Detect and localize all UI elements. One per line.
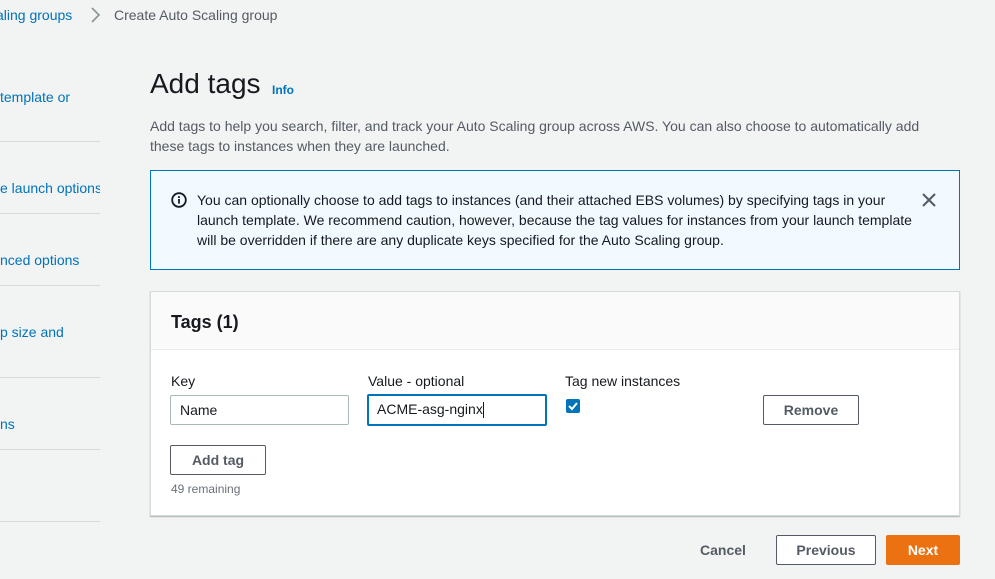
- chevron-right-icon: [88, 5, 104, 25]
- step-divider: [0, 377, 100, 378]
- step-divider: [0, 449, 100, 450]
- close-icon[interactable]: [920, 191, 938, 209]
- alert-text: You can optionally choose to add tags to…: [197, 192, 912, 248]
- page-description: Add tags to help you search, filter, and…: [150, 118, 920, 154]
- step-instance-launch-options[interactable]: e launch options: [0, 180, 100, 196]
- step-divider: [0, 213, 100, 214]
- step-divider: [0, 285, 100, 286]
- add-tag-button[interactable]: Add tag: [170, 445, 266, 475]
- step-divider: [0, 141, 100, 142]
- page-title: Add tags: [150, 68, 261, 99]
- tag-new-instances-checkbox[interactable]: [566, 399, 580, 413]
- key-label: Key: [171, 373, 196, 389]
- previous-button[interactable]: Previous: [776, 535, 876, 565]
- step-group-size[interactable]: p size and: [0, 324, 100, 340]
- tag-new-instances-label: Tag new instances: [565, 373, 681, 389]
- tags-panel-title: Tags (1): [171, 312, 239, 332]
- text-cursor: [482, 402, 484, 419]
- checkmark-icon: [568, 402, 578, 411]
- step-notifications[interactable]: ns: [0, 416, 100, 432]
- step-divider: [0, 521, 100, 522]
- create-asg-page: aling groups Create Auto Scaling group t…: [0, 0, 995, 579]
- tag-key-input[interactable]: Name: [170, 395, 349, 425]
- value-label: Value - optional: [368, 373, 465, 389]
- info-link[interactable]: Info: [272, 83, 294, 97]
- tags-remaining: 49 remaining: [171, 482, 241, 496]
- breadcrumb-parent-link[interactable]: aling groups: [0, 7, 72, 23]
- tags-panel-header: Tags (1): [151, 292, 959, 350]
- tag-value-input[interactable]: ACME-asg-nginx: [367, 394, 547, 426]
- tag-value-text: ACME-asg-nginx: [377, 401, 483, 417]
- tags-panel: Tags (1) Key Value - optional Tag new in…: [150, 291, 960, 516]
- info-alert: You can optionally choose to add tags to…: [150, 170, 960, 270]
- cancel-button[interactable]: Cancel: [700, 542, 746, 558]
- info-circle-icon: [171, 192, 187, 208]
- next-button[interactable]: Next: [886, 535, 960, 565]
- remove-tag-button[interactable]: Remove: [763, 395, 859, 425]
- step-launch-template[interactable]: template or: [0, 89, 100, 105]
- step-advanced-options[interactable]: nced options: [0, 252, 100, 268]
- breadcrumb-current: Create Auto Scaling group: [114, 7, 278, 23]
